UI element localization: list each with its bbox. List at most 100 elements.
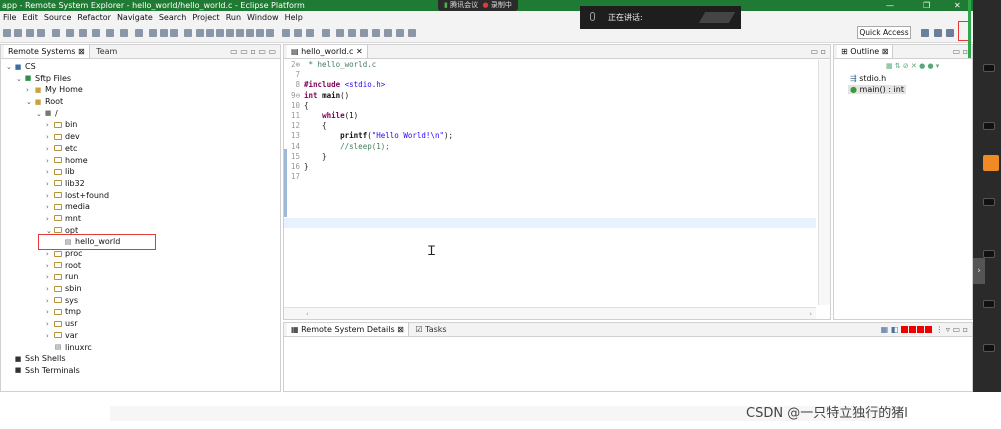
toolbar-button-icon[interactable] xyxy=(256,29,264,37)
tab-hello-world-c[interactable]: ▤ hello_world.c ✕ xyxy=(287,45,368,58)
tree-node[interactable]: › sys xyxy=(1,295,120,307)
tab-remote-system-details[interactable]: ▦ Remote System Details ⊠ xyxy=(287,323,409,336)
code-line[interactable]: 9⊖ int main() xyxy=(284,91,816,101)
tree-node[interactable]: › ■ My Home xyxy=(1,84,120,96)
toolbar-button-icon[interactable] xyxy=(246,29,254,37)
tree-node[interactable]: › run xyxy=(1,271,120,283)
tree-node[interactable]: ⌄ ■ Root xyxy=(1,96,120,108)
code-editor[interactable]: 2⊕ * hello_world.c 7 8 #include <stdio.h> 9⊖… xyxy=(284,60,816,182)
scroll-left-arrow[interactable]: ‹ xyxy=(306,310,309,318)
code-line[interactable]: 2⊕ * hello_world.c xyxy=(284,60,816,70)
toolbar-button-icon[interactable] xyxy=(26,29,34,37)
toolbar-button-icon[interactable] xyxy=(306,29,314,37)
editor-min-max[interactable]: ▭ ▫ xyxy=(810,45,826,58)
close-button[interactable]: ✕ xyxy=(954,0,961,11)
perspective-icon[interactable] xyxy=(934,29,942,37)
app-icon[interactable] xyxy=(983,155,999,171)
toolbar-button-icon[interactable] xyxy=(196,29,204,37)
tree-node[interactable]: › tmp xyxy=(1,306,120,318)
meeting-overlay[interactable]: ▮ 腾讯会议 ● 录制中 xyxy=(438,0,518,11)
code-line[interactable]: 10 { xyxy=(284,101,816,111)
toolbar-button-icon[interactable] xyxy=(360,29,368,37)
tree-node[interactable]: › lib32 xyxy=(1,178,120,190)
code-line[interactable]: 17 xyxy=(284,172,816,182)
tree-node[interactable]: › etc xyxy=(1,143,120,155)
outline-toolbar-icons[interactable]: ▦ ⇅ ⊘ ✕ ● ● ▾ xyxy=(886,62,939,70)
toolbar-button-icon[interactable] xyxy=(135,29,143,37)
toolbar-button-icon[interactable] xyxy=(322,29,330,37)
menu-project[interactable]: Project xyxy=(192,13,219,22)
toolbar-button-icon[interactable] xyxy=(384,29,392,37)
menu-search[interactable]: Search xyxy=(159,13,186,22)
tab-tasks[interactable]: ☑ Tasks xyxy=(411,323,450,336)
code-line[interactable]: 14 //sleep(1); xyxy=(284,142,816,152)
tree-node[interactable]: › mnt xyxy=(1,213,120,225)
toolbar-button-icon[interactable] xyxy=(52,29,60,37)
code-line[interactable]: 11 while(1) xyxy=(284,111,816,121)
code-line[interactable]: 12 { xyxy=(284,121,816,131)
code-line[interactable]: 8 #include <stdio.h> xyxy=(284,80,816,90)
menu-refactor[interactable]: Refactor xyxy=(77,13,111,22)
toolbar-button-icon[interactable] xyxy=(236,29,244,37)
menu-source[interactable]: Source xyxy=(44,13,71,22)
toolbar-button-icon[interactable] xyxy=(372,29,380,37)
toolbar-button-icon[interactable] xyxy=(206,29,214,37)
tree-node[interactable]: › lost+found xyxy=(1,190,120,202)
tree-node[interactable]: ▤ linuxrc xyxy=(1,342,120,354)
toolbar-button-icon[interactable] xyxy=(282,29,290,37)
minimize-button[interactable]: — xyxy=(886,0,894,11)
toolbar-button-icon[interactable] xyxy=(120,29,128,37)
code-line[interactable]: 7 xyxy=(284,70,816,80)
toolbar-button-icon[interactable] xyxy=(336,29,344,37)
toolbar-button-icon[interactable] xyxy=(226,29,234,37)
code-line[interactable]: 13 printf("Hello World!\n"); xyxy=(284,131,816,141)
tree-node[interactable]: › dev xyxy=(1,131,120,143)
menu-help[interactable]: Help xyxy=(285,13,303,22)
maximize-button[interactable]: ❐ xyxy=(923,0,930,11)
tree-node[interactable]: › bin xyxy=(1,119,120,131)
toolbar-button-icon[interactable] xyxy=(3,29,11,37)
editor-vertical-scrollbar[interactable] xyxy=(818,60,830,305)
tree-node[interactable]: › home xyxy=(1,155,120,167)
view-menu-icons[interactable]: ▭ ▭ ▫ ▭ ▭ xyxy=(230,45,276,58)
tree-node[interactable]: ⌄ ■ / xyxy=(1,108,120,120)
tree-node[interactable]: ■ Ssh Shells xyxy=(1,353,120,365)
menu-run[interactable]: Run xyxy=(226,13,241,22)
tree-node[interactable]: › root xyxy=(1,260,120,272)
code-line[interactable]: 16} xyxy=(284,162,816,172)
menu-navigate[interactable]: Navigate xyxy=(117,13,153,22)
toolbar-button-icon[interactable] xyxy=(408,29,416,37)
tree-node[interactable]: › var xyxy=(1,330,120,342)
toolbar-button-icon[interactable] xyxy=(37,29,45,37)
tab-team[interactable]: Team xyxy=(92,45,121,58)
tree-node[interactable]: ⌄ ■ CS xyxy=(1,61,120,73)
toolbar-button-icon[interactable] xyxy=(266,29,274,37)
toolbar-button-icon[interactable] xyxy=(160,29,168,37)
details-toolbar[interactable]: ▦ ◧ ⋮ ▿ ▭ ▫ xyxy=(881,323,968,336)
menu-edit[interactable]: Edit xyxy=(22,13,38,22)
tree-node[interactable]: › sbin xyxy=(1,283,120,295)
expand-arrow-icon[interactable]: › xyxy=(973,258,985,284)
toolbar-button-icon[interactable] xyxy=(14,29,22,37)
tree-node[interactable]: › lib xyxy=(1,166,120,178)
tab-outline[interactable]: ⊞ Outline ⊠ xyxy=(837,45,894,58)
tab-remote-systems[interactable]: Remote Systems ⊠ xyxy=(4,45,90,58)
scroll-right-arrow[interactable]: › xyxy=(809,308,812,320)
menu-file[interactable]: File xyxy=(3,13,16,22)
toolbar-button-icon[interactable] xyxy=(184,29,192,37)
editor-horizontal-scrollbar[interactable]: ‹ › xyxy=(284,307,816,319)
toolbar-button-icon[interactable] xyxy=(66,29,74,37)
menu-window[interactable]: Window xyxy=(247,13,279,22)
perspective-icon[interactable] xyxy=(921,29,929,37)
outline-min-max[interactable]: ▭ ▫ xyxy=(952,45,968,58)
outline-item-main[interactable]: ● main() : int xyxy=(848,85,906,94)
quick-access-input[interactable]: Quick Access xyxy=(857,26,911,39)
outline-item-include[interactable]: ⇶ stdio.h xyxy=(850,74,886,83)
toolbar-button-icon[interactable] xyxy=(92,29,100,37)
perspective-icon[interactable] xyxy=(946,29,954,37)
toolbar-button-icon[interactable] xyxy=(170,29,178,37)
tree-node[interactable]: ⌄ ■ Sftp Files xyxy=(1,73,120,85)
code-line[interactable]: 15 } xyxy=(284,152,816,162)
tree-node[interactable]: ■ Ssh Terminals xyxy=(1,365,120,377)
tree-node[interactable]: › usr xyxy=(1,318,120,330)
